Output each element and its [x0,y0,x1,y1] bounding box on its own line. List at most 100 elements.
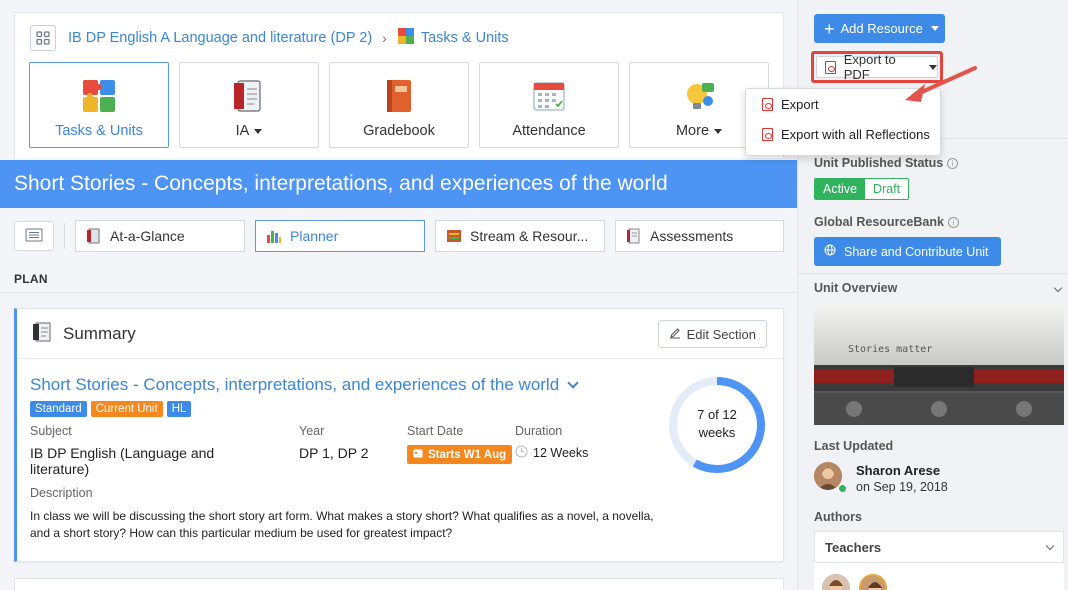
divider [798,273,1068,274]
next-section-card [14,578,784,590]
updated-by-name[interactable]: Sharon Arese [856,463,940,478]
start-date-label: Start Date [407,424,464,438]
unit-overview-image[interactable]: Stories matter [814,303,1064,425]
online-status-dot [838,484,847,493]
unit-title-link[interactable]: Short Stories - Concepts, interpretation… [30,375,579,395]
tab-planner[interactable]: Planner [255,220,425,252]
subject-value-line2: literature) [30,461,90,477]
unit-subtabs: At-a-Glance Planner Stream & Resour... A… [14,220,794,252]
puzzle-icon [80,77,118,115]
puzzle-icon [397,27,415,49]
lightbulb-icon [680,77,718,115]
progress-unit: weeks [698,425,736,440]
nav-tile-gradebook[interactable]: Gradebook [329,62,469,148]
gradebook-icon [380,77,418,115]
authors-list [814,563,1064,590]
main-panel: IB DP English A Language and literature … [0,0,797,590]
badge-standard: Standard [30,401,87,417]
section-label: PLAN [14,272,48,286]
breadcrumb-course-link[interactable]: IB DP English A Language and literature … [68,30,372,46]
nav-tile-label: Attendance [512,123,586,139]
breadcrumb-current[interactable]: Tasks & Units [421,30,509,46]
add-resource-button[interactable]: + Add Resource [814,14,945,43]
published-status-toggle: Active Draft [814,178,910,200]
unit-title-banner: Short Stories - Concepts, interpretation… [0,160,797,208]
share-contribute-label: Share and Contribute Unit [844,244,989,259]
pdf-icon [825,60,836,74]
progress-text: 7 of 12 weeks [667,406,767,442]
pdf-icon [762,97,773,111]
published-status-heading: Unit Published Status i [814,156,959,170]
nav-tile-label: Tasks & Units [55,123,143,139]
published-status-label: Unit Published Status [814,156,944,170]
authors-tab-label: Teachers [825,539,882,555]
authors-heading: Authors [814,510,862,524]
year-label: Year [299,424,325,438]
apps-grid-icon[interactable] [30,25,56,51]
description-text: In class we will be discussing the short… [30,509,654,540]
bar-chart-icon [266,228,282,244]
start-date-badge: Starts W1 Aug [407,445,513,464]
add-resource-label: Add Resource [840,21,923,36]
duration-value: 12 Weeks [515,445,588,461]
list-view-button[interactable] [14,221,54,251]
chevron-down-icon[interactable] [567,377,579,389]
start-date-value: Starts W1 Aug [428,448,507,461]
status-draft-option[interactable]: Draft [865,179,909,199]
last-updated-heading: Last Updated [814,439,894,453]
tab-label: Stream & Resour... [470,228,589,244]
subject-value-line1: IB DP English (Language and [30,445,215,461]
duration-text: 12 Weeks [533,446,589,460]
book-icon [86,228,102,244]
notebook-icon [230,77,268,115]
info-icon[interactable]: i [947,216,959,228]
avatar[interactable] [822,574,850,590]
breadcrumb: IB DP English A Language and literature … [30,25,509,51]
overview-image-caption: Stories matter [848,344,933,355]
menu-item-export-with-reflections[interactable]: Export with all Reflections [746,119,940,149]
unit-overview-heading: Unit Overview [814,281,898,295]
stream-icon [446,228,462,244]
tab-label: Planner [290,228,339,244]
calendar-icon [413,448,423,461]
year-value: DP 1, DP 2 [299,445,369,461]
badge-current-unit: Current Unit [90,401,163,417]
nav-tile-label: IA [236,123,263,139]
authors-teachers-toggle[interactable]: Teachers [814,531,1064,563]
list-icon [25,228,43,245]
nav-tile-attendance[interactable]: Attendance [479,62,619,148]
pencil-icon [669,327,681,342]
status-active-option[interactable]: Active [815,179,866,199]
badge-hl: HL [166,401,192,417]
menu-item-label: Export [781,96,819,112]
tab-stream-resources[interactable]: Stream & Resour... [435,220,605,252]
divider [0,292,797,293]
tab-assessments[interactable]: Assessments [615,220,784,252]
nav-tile-ia[interactable]: IA [179,62,319,148]
clock-icon [515,445,528,461]
tab-label: At-a-Glance [110,228,185,244]
info-icon[interactable]: i [947,157,959,169]
caret-down-icon [254,128,263,134]
progress-count: 7 of 12 [697,407,737,422]
share-contribute-button[interactable]: Share and Contribute Unit [814,237,1001,266]
description-label: Description [30,486,93,500]
edit-section-label: Edit Section [686,326,756,342]
tab-at-a-glance[interactable]: At-a-Glance [75,220,245,252]
summary-card: Summary Edit Section Short Stories - Con… [14,308,784,562]
calendar-icon [530,77,568,115]
globe-icon [824,244,836,259]
edit-section-button[interactable]: Edit Section [657,320,767,348]
duration-label: Duration [515,424,563,438]
chevron-right-icon: › [382,30,387,46]
card-title: Summary [63,323,136,343]
caret-down-icon [930,26,939,31]
plus-icon: + [824,18,835,39]
chevron-down-icon[interactable] [1053,283,1063,293]
nav-tile-tasks-units[interactable]: Tasks & Units [29,62,169,148]
nav-tile-label: Gradebook [363,123,435,139]
updated-date: on Sep 19, 2018 [856,480,948,494]
annotation-arrow-icon [905,66,977,102]
menu-item-label: Export with all Reflections [781,126,930,142]
avatar[interactable] [859,574,887,590]
